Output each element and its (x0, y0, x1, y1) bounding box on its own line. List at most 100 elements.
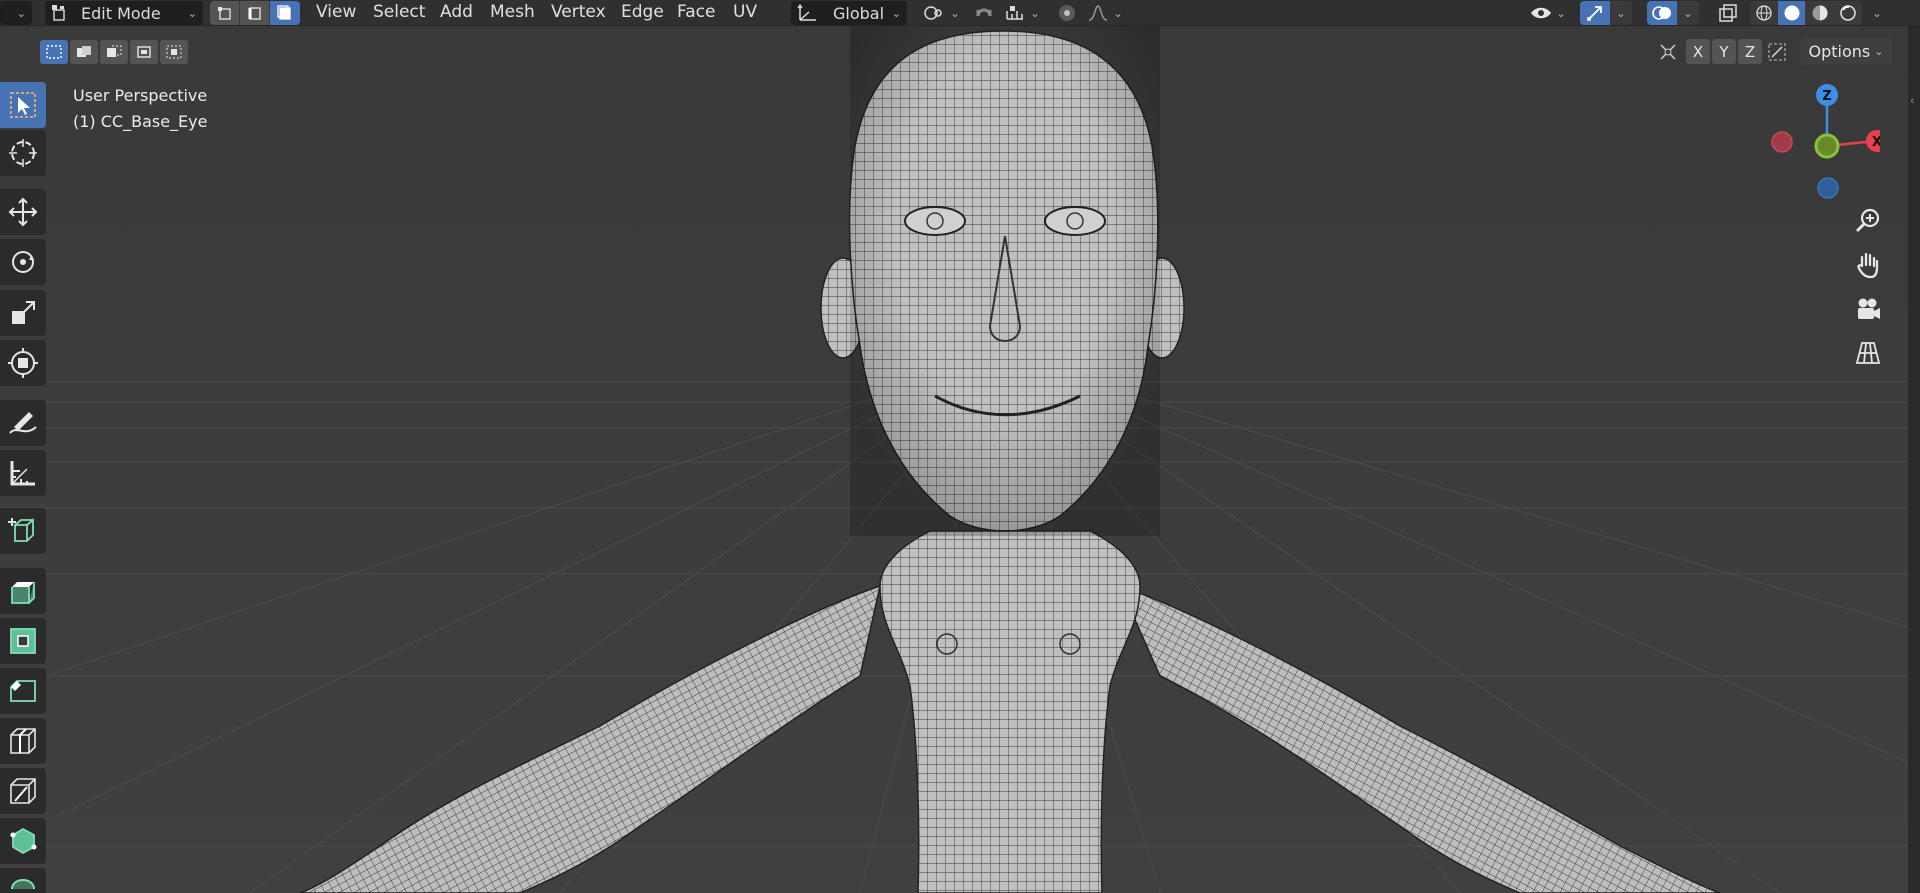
ortho-toggle-button[interactable] (1849, 334, 1887, 372)
eye-icon (1531, 7, 1552, 19)
transform-icon (8, 348, 38, 378)
tool-bevel[interactable] (0, 668, 46, 714)
camera-view-button[interactable] (1849, 290, 1887, 328)
cursor-icon (9, 139, 37, 167)
tool-rotate[interactable] (0, 239, 46, 285)
overlays-dropdown[interactable]: ⌄ (1677, 1, 1699, 25)
select-extend-button[interactable] (70, 40, 98, 64)
editmode-icon (52, 5, 65, 21)
options-dropdown[interactable]: Options ⌄ (1800, 38, 1892, 65)
select-new-icon (46, 45, 62, 59)
sidebar-collapsed-edge[interactable]: ‹ (1908, 26, 1920, 893)
right-eye (1044, 206, 1106, 236)
tool-cursor[interactable] (0, 130, 46, 176)
tool-extrude[interactable] (0, 568, 46, 614)
snap-toggle[interactable] (968, 1, 1000, 25)
face-select-button[interactable] (270, 1, 300, 25)
neg-z-axis-handle[interactable] (1817, 177, 1839, 199)
pan-button[interactable] (1849, 246, 1887, 284)
face-select-icon (277, 5, 291, 20)
tool-knife[interactable] (0, 768, 46, 814)
select-new-button[interactable] (40, 40, 68, 64)
pivot-dropdown[interactable]: ⌄ (917, 1, 965, 25)
vertex-select-button[interactable] (210, 1, 240, 25)
transform-orientation-dropdown[interactable]: Global ⌄ (791, 1, 907, 25)
tool-add-cube[interactable] (0, 508, 46, 554)
select-extend-icon (77, 46, 91, 57)
solid-shading-icon (1784, 5, 1799, 21)
y-axis-handle[interactable] (1814, 133, 1840, 159)
mode-dropdown[interactable]: Edit Mode ⌄ (45, 1, 203, 25)
material-shading-button[interactable] (1806, 1, 1834, 25)
chevron-down-icon: ⌄ (187, 6, 197, 20)
measure-icon (10, 461, 35, 486)
select-subtract-icon (107, 45, 122, 57)
extrude-icon (11, 582, 35, 604)
axis-gizmo[interactable]: Z X (1760, 80, 1888, 210)
menu-select[interactable]: Select (373, 2, 425, 22)
snap-target-dropdown[interactable]: ⌄ (1000, 1, 1044, 25)
gizmo-toggle[interactable] (1580, 1, 1610, 25)
tool-move[interactable] (0, 189, 46, 235)
tool-select-box[interactable] (0, 82, 46, 128)
inset-icon (10, 628, 36, 654)
solid-shading-button[interactable] (1778, 1, 1806, 25)
visibility-dropdown[interactable]: ⌄ (1528, 1, 1568, 25)
menu-uv[interactable]: UV (733, 2, 757, 22)
rendered-shading-button[interactable] (1834, 1, 1862, 25)
xray-toggle[interactable] (1714, 1, 1742, 25)
tool-transform[interactable] (0, 340, 46, 386)
tool-spin[interactable] (0, 868, 46, 893)
proportional-falloff-dropdown[interactable]: ⌄ (1083, 1, 1127, 25)
menu-vertex[interactable]: Vertex (551, 2, 606, 22)
chevron-down-icon: ⌄ (1683, 6, 1693, 20)
tool-scale[interactable] (0, 290, 46, 336)
menu-edge[interactable]: Edge (621, 2, 664, 22)
tool-annotate[interactable] (0, 400, 46, 446)
proportional-edit-toggle[interactable] (1051, 1, 1083, 25)
vertex-select-icon (217, 7, 231, 20)
tool-measure[interactable] (0, 450, 46, 496)
tool-poly-build[interactable] (0, 818, 46, 864)
snap-increment-icon (1006, 6, 1024, 20)
move-icon (8, 197, 38, 227)
overlays-toggle[interactable] (1647, 1, 1677, 25)
select-invert-button[interactable] (130, 40, 158, 64)
shading-dropdown[interactable]: ⌄ (1866, 1, 1888, 25)
menu-view[interactable]: View (316, 2, 356, 22)
spin-icon (11, 879, 35, 890)
pan-hand-icon (1857, 252, 1879, 279)
mirror-x-button[interactable]: X (1686, 39, 1710, 64)
menu-mesh[interactable]: Mesh (490, 2, 535, 22)
tool-loop-cut[interactable] (0, 718, 46, 764)
wireframe-shading-button[interactable] (1750, 1, 1778, 25)
chevron-down-icon: ⌄ (1030, 6, 1040, 20)
edge-select-button[interactable] (240, 1, 270, 25)
overlay-icon (1652, 6, 1671, 20)
wireframe-shading-icon (1755, 5, 1772, 21)
select-subtract-button[interactable] (100, 40, 128, 64)
mirror-z-button[interactable]: Z (1738, 39, 1762, 64)
mirror-options-button[interactable] (1655, 40, 1681, 64)
pivot-icon (924, 6, 943, 20)
neg-x-axis-handle[interactable] (1771, 131, 1793, 153)
mirror-axis-group: X Y Z (1686, 39, 1762, 64)
camera-icon (1858, 298, 1880, 319)
mirror-y-button[interactable]: Y (1712, 39, 1736, 64)
tool-inset[interactable] (0, 618, 46, 664)
gizmo-dropdown[interactable]: ⌄ (1610, 1, 1632, 25)
zoom-icon (1855, 208, 1880, 233)
navigation-gizmo[interactable]: Z X (1760, 80, 1888, 210)
xray-icon (1719, 4, 1737, 22)
zoom-button[interactable] (1849, 202, 1887, 240)
loop-cut-icon (10, 728, 36, 754)
viewport-scene[interactable] (0, 26, 1908, 893)
editor-type-dropdown[interactable]: ⌄ (0, 1, 32, 25)
menu-add[interactable]: Add (440, 2, 473, 22)
auto-merge-button[interactable] (1764, 40, 1790, 64)
menu-face[interactable]: Face (677, 2, 715, 22)
3d-viewport[interactable]: User Perspective (1) CC_Base_Eye (0, 26, 1908, 893)
scale-icon (12, 301, 35, 324)
select-intersect-button[interactable] (160, 40, 188, 64)
bevel-icon (10, 680, 36, 702)
